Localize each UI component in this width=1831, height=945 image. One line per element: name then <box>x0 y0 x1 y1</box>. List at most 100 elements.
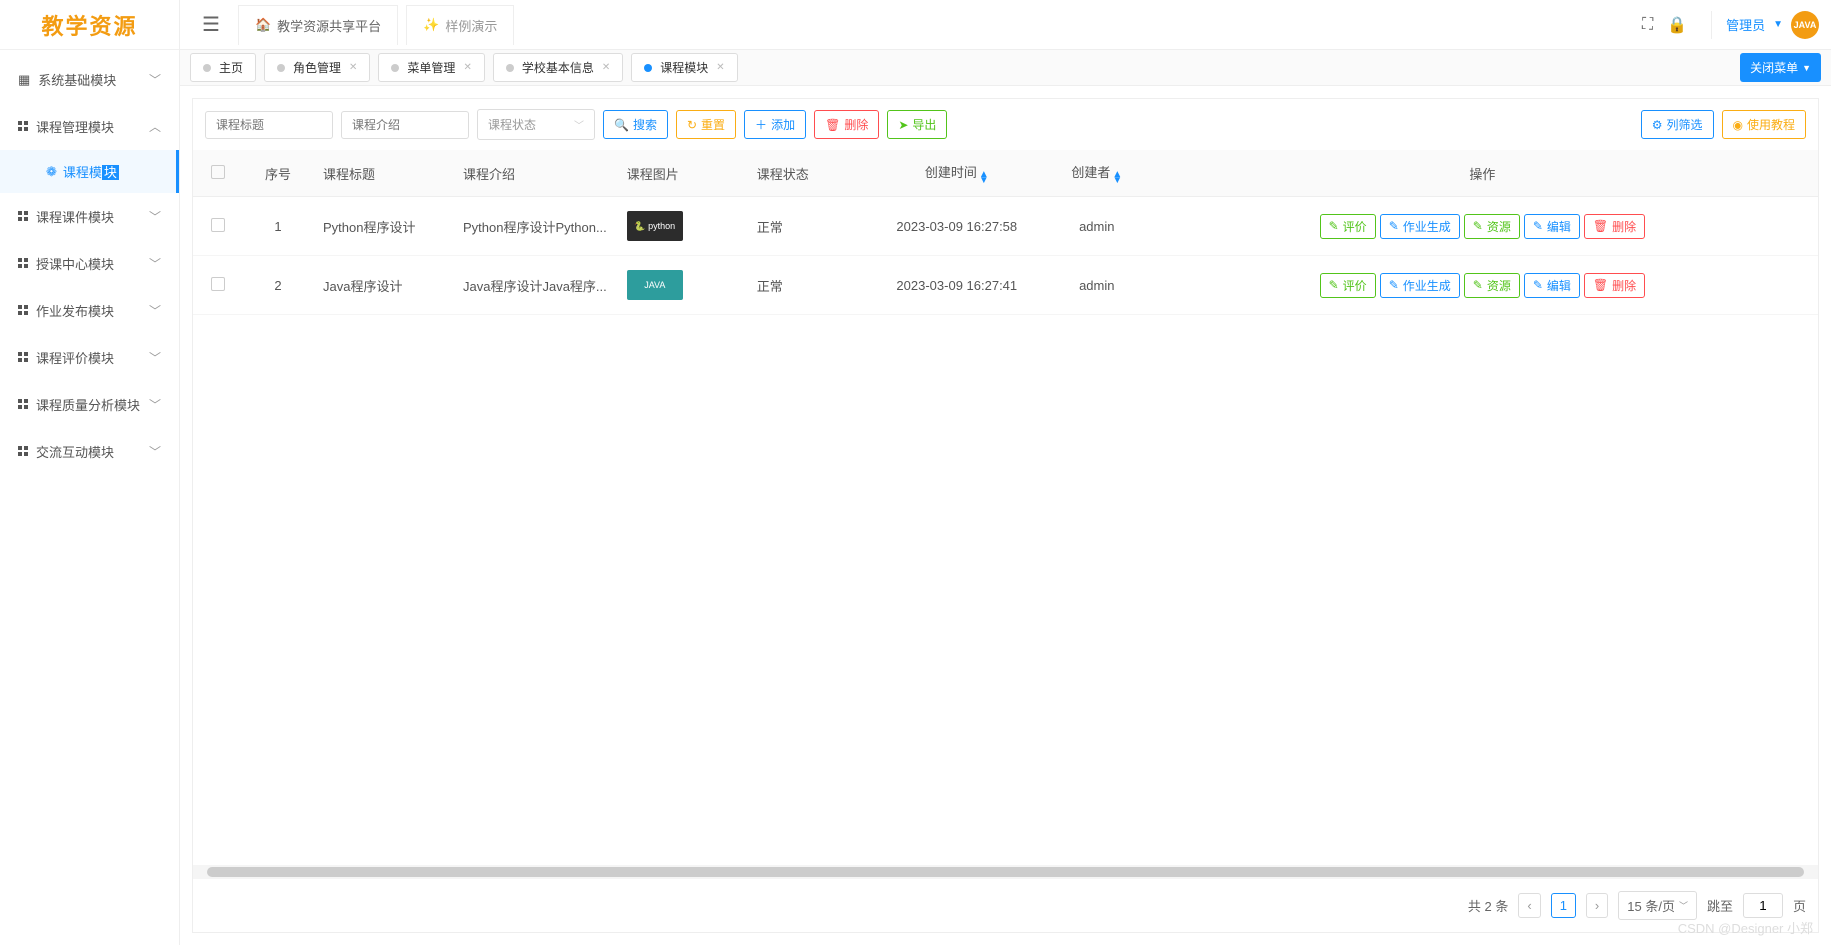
tab-dot-icon <box>277 64 285 72</box>
col-title[interactable]: 课程标题 <box>313 150 453 197</box>
tab-dot-icon <box>391 64 399 72</box>
col-intro[interactable]: 课程介绍 <box>453 150 617 197</box>
scrollbar-thumb[interactable] <box>207 867 1804 877</box>
sidebar-item-label: 课程管理模块 <box>36 117 114 136</box>
chevron-down-icon: ﹀ <box>574 117 584 132</box>
sidebar-item[interactable]: 作业发布模块﹀ <box>0 287 179 334</box>
evaluate-button[interactable]: ✎ 评价 <box>1320 214 1376 239</box>
header-tab-demo[interactable]: ✨ 样例演示 <box>406 5 514 45</box>
col-status[interactable]: 课程状态 <box>747 150 867 197</box>
resource-button[interactable]: ✎ 资源 <box>1464 214 1520 239</box>
trash-icon: 🗑 <box>1593 219 1608 233</box>
jump-page-input[interactable] <box>1743 893 1783 918</box>
delete-button[interactable]: 🗑删除 <box>814 110 879 139</box>
toolbar: 课程状态 ﹀ 🔍搜索 ↻重置 ＋添加 🗑删除 ➤导出 ⚙列筛选 ◉使用教程 <box>193 99 1818 150</box>
reset-button[interactable]: ↻重置 <box>676 110 736 139</box>
add-button[interactable]: ＋添加 <box>744 110 806 139</box>
sidebar-item[interactable]: 课程评价模块﹀ <box>0 334 179 381</box>
row-delete-button[interactable]: 🗑 删除 <box>1584 214 1645 239</box>
select-all-checkbox[interactable] <box>211 165 225 179</box>
search-button[interactable]: 🔍搜索 <box>603 110 668 139</box>
sidebar-item[interactable]: 授课中心模块﹀ <box>0 240 179 287</box>
user-name: 管理员 <box>1726 15 1765 34</box>
edit-button[interactable]: ✎ 编辑 <box>1524 214 1580 239</box>
horizontal-scrollbar[interactable] <box>193 865 1818 879</box>
edit-icon: ✎ <box>1329 219 1339 233</box>
next-page-button[interactable]: › <box>1586 893 1608 918</box>
close-menu-button[interactable]: 关闭菜单▼ <box>1740 53 1821 82</box>
sidebar-item[interactable]: ▦系统基础模块﹀ <box>0 56 179 103</box>
row-checkbox[interactable] <box>211 277 225 291</box>
sidebar-item[interactable]: 课程质量分析模块﹀ <box>0 381 179 428</box>
tab[interactable]: 角色管理✕ <box>264 53 370 82</box>
edit-icon: ✎ <box>1329 278 1339 292</box>
page-number[interactable]: 1 <box>1551 893 1576 918</box>
select-placeholder: 课程状态 <box>488 116 536 133</box>
search-icon: 🔍 <box>614 118 629 132</box>
chevron-down-icon: ﹀ <box>149 208 161 225</box>
sidebar-item[interactable]: 课程管理模块 ︿ <box>0 103 179 150</box>
row-actions: ✎ 评价✎ 作业生成✎ 资源✎ 编辑🗑 删除 <box>1157 214 1808 239</box>
tab-dot-icon <box>644 64 652 72</box>
homework-button[interactable]: ✎ 作业生成 <box>1380 214 1460 239</box>
grid-icon <box>18 303 28 318</box>
sidebar-subitem-course-module[interactable]: ❁课程模块 <box>0 150 179 193</box>
prev-page-button[interactable]: ‹ <box>1518 893 1540 918</box>
sidebar-item-label: 系统基础模块 <box>38 70 116 89</box>
homework-button[interactable]: ✎ 作业生成 <box>1380 273 1460 298</box>
chevron-down-icon: ﹀ <box>149 302 161 319</box>
tab[interactable]: 菜单管理 ✕ <box>378 53 484 82</box>
resource-button[interactable]: ✎ 资源 <box>1464 273 1520 298</box>
close-icon[interactable]: ✕ <box>463 62 471 73</box>
header-tab-platform[interactable]: 🏠 教学资源共享平台 <box>238 5 398 45</box>
columns-button[interactable]: ⚙列筛选 <box>1641 110 1714 139</box>
col-seq[interactable]: 序号 <box>243 150 313 197</box>
user-menu[interactable]: 管理员 ▼ JAVA <box>1711 11 1819 39</box>
filter-title-input[interactable] <box>205 111 333 139</box>
fullscreen-icon[interactable]: ⛶ <box>1642 16 1653 34</box>
evaluate-button[interactable]: ✎ 评价 <box>1320 273 1376 298</box>
cell-intro: Java程序设计Java程序... <box>453 256 617 315</box>
row-delete-button[interactable]: 🗑 删除 <box>1584 273 1645 298</box>
course-image-thumb[interactable]: 🐍 python <box>627 211 683 241</box>
lock-icon[interactable]: 🔒 <box>1667 15 1687 35</box>
filter-intro-input[interactable] <box>341 111 469 139</box>
edit-icon: ✎ <box>1389 278 1399 292</box>
tab[interactable]: 主页 <box>190 53 256 82</box>
row-checkbox[interactable] <box>211 218 225 232</box>
sidebar-item[interactable]: 交流互动模块﹀ <box>0 428 179 475</box>
tab[interactable]: 学校基本信息✕ <box>493 53 623 82</box>
course-image-thumb[interactable]: JAVA <box>627 270 683 300</box>
edit-button[interactable]: ✎ 编辑 <box>1524 273 1580 298</box>
plus-icon: ＋ <box>755 116 767 133</box>
chevron-up-icon: ︿ <box>149 118 161 135</box>
menu-toggle-icon[interactable]: ☰ <box>192 12 230 37</box>
chevron-down-icon: ﹀ <box>149 349 161 366</box>
row-actions: ✎ 评价✎ 作业生成✎ 资源✎ 编辑🗑 删除 <box>1157 273 1808 298</box>
close-icon[interactable]: ✕ <box>349 62 357 73</box>
tab[interactable]: 课程模块✕ <box>631 53 737 82</box>
per-page-select[interactable]: 15 条/页﹀ <box>1618 891 1697 920</box>
cell-creator: admin <box>1047 256 1147 315</box>
tab-dot-icon <box>203 64 211 72</box>
tab-label: 菜单管理 <box>407 59 455 76</box>
sort-icon: ▲▼ <box>1112 172 1122 184</box>
reset-icon: ↻ <box>687 118 697 132</box>
close-icon[interactable]: ✕ <box>602 62 610 73</box>
cell-creator: admin <box>1047 197 1147 256</box>
col-creator[interactable]: 创建者▲▼ <box>1047 150 1147 197</box>
header-tab-label: 教学资源共享平台 <box>277 16 381 35</box>
col-created[interactable]: 创建时间▲▼ <box>867 150 1047 197</box>
chevron-down-icon: ﹀ <box>149 255 161 272</box>
tutorial-button[interactable]: ◉使用教程 <box>1722 110 1807 139</box>
grid-icon <box>18 444 28 459</box>
close-icon[interactable]: ✕ <box>716 62 724 73</box>
table-container: 序号 课程标题 课程介绍 课程图片 课程状态 创建时间▲▼ 创建者▲▼ 操作 1… <box>193 150 1818 865</box>
cell-status: 正常 <box>747 197 867 256</box>
col-image[interactable]: 课程图片 <box>617 150 747 197</box>
edit-icon: ✎ <box>1389 219 1399 233</box>
sidebar-item[interactable]: 课程课件模块﹀ <box>0 193 179 240</box>
export-button[interactable]: ➤导出 <box>887 110 947 139</box>
filter-status-select[interactable]: 课程状态 ﹀ <box>477 109 595 140</box>
gear-icon: ❁ <box>46 164 57 180</box>
